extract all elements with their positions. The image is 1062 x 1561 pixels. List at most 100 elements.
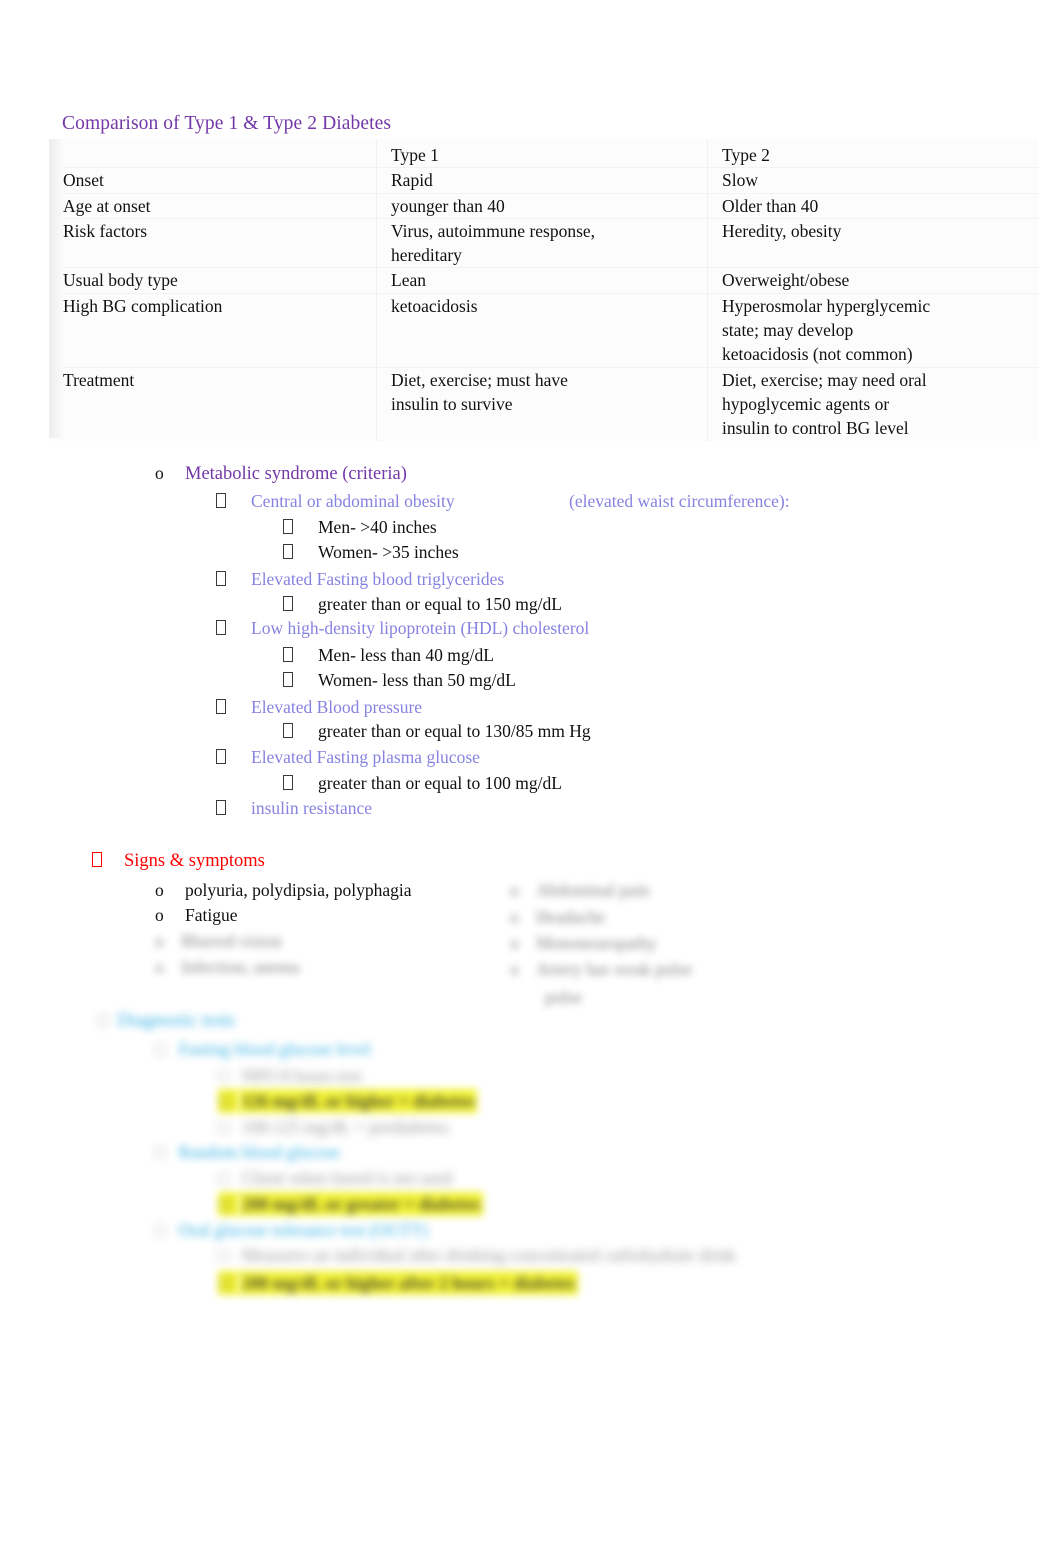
obscured-symptom-row: o Blurred vision: [155, 930, 282, 952]
subitem-label: greater than or equal to 130/85 mm Hg: [318, 721, 591, 741]
outline-subitem-hdl-men: Men- less than 40 mg/dL: [283, 644, 494, 666]
cell-line: hypoglycemic agents or: [722, 393, 890, 414]
outline-subitem-men-waist: Men- >40 inches: [283, 516, 437, 538]
outline-heading-label: Metabolic syndrome (criteria): [185, 464, 407, 484]
table-cell-label: [49, 139, 377, 169]
table-cell-type2: Overweight/obese: [707, 267, 1038, 294]
section-heading-label: Signs & symptoms: [124, 851, 265, 871]
obscured-test-highlight: 200 mg/dL or higher after 2 hours = diab…: [238, 1271, 578, 1295]
cell-line: Hyperosmolar hyperglycemic: [722, 295, 931, 316]
list-marker-box-icon: [283, 541, 318, 563]
cell-spacer: [63, 392, 376, 416]
obscured-test-line: Measures an individual after drinking co…: [241, 1245, 736, 1265]
subitem-label: Men- >40 inches: [318, 517, 437, 537]
obscured-test-line-row: □ Measures an individual after drinking …: [218, 1244, 736, 1266]
table-cell-label: Treatment: [49, 367, 377, 441]
obscured-list-marker-box-icon: □: [218, 1089, 239, 1113]
cell-line: Treatment: [63, 369, 135, 390]
outline-subitem-women-waist: Women- >35 inches: [283, 541, 459, 563]
list-marker-box-icon: [216, 746, 251, 768]
obscured-symptom-label: Mononeuropathy: [536, 933, 657, 953]
obscured-test-heading: Fasting blood glucose level: [178, 1039, 371, 1059]
obscured-symptom-marker: o: [510, 907, 537, 927]
cell-line: insulin to control BG level: [722, 418, 909, 439]
symptom-item-fatigue: o Fatigue: [155, 904, 238, 926]
list-marker-box-icon: [216, 490, 251, 512]
comparison-table: Type 1 Type 2 Onset Rapid Slow Age at on…: [49, 139, 1038, 441]
table-row: Treatment Diet, exercise; must have insu…: [49, 367, 1038, 441]
outline-item-triglycerides: Elevated Fasting blood triglycerides: [216, 568, 504, 590]
obscured-symptom-row: o Artery has weak pulse: [510, 958, 692, 980]
obscured-test-line: NPO 8 hours test: [241, 1066, 362, 1086]
criterion-label: Central or abdominal obesity: [251, 491, 455, 511]
obscured-test-heading: Random blood glucose: [178, 1142, 341, 1162]
list-marker-box-icon: [216, 696, 251, 718]
table-cell-type2-header: Type 2: [707, 139, 1038, 169]
obscured-test-heading-row: □ Oral glucose tolerance test (OGTT): [155, 1219, 428, 1241]
obscured-test-heading-row: □ Random blood glucose: [155, 1141, 340, 1163]
cell-line: Heredity, obesity: [722, 220, 842, 241]
obscured-symptom-wrap: pulse: [545, 987, 582, 1007]
obscured-symptom-marker: o: [155, 931, 182, 951]
table-cell-type2: Hyperosmolar hyperglycemic state; may de…: [707, 293, 1038, 368]
table-row: Age at onset younger than 40 Older than …: [49, 193, 1038, 219]
table-cell-type1: Diet, exercise; must have insulin to sur…: [376, 367, 708, 441]
outline-item-insulin-resistance: insulin resistance: [216, 797, 372, 819]
table-cell-type1: Rapid: [376, 167, 708, 194]
list-marker-box-icon: [216, 568, 251, 590]
obscured-test-trailing-row: □ 100-125 mg/dL = prediabetes: [218, 1116, 449, 1138]
obscured-test-line: Client when fasted is not used: [241, 1168, 453, 1188]
obscured-symptom-marker: o: [510, 959, 537, 979]
obscured-list-marker-box-icon: □: [218, 1117, 242, 1137]
obscured-test-highlight-row: □ 126 mg/dL or higher = diabetes: [218, 1089, 478, 1113]
list-marker-o: o: [155, 880, 164, 900]
obscured-list-marker-box-icon: □: [218, 1271, 239, 1295]
criterion-label: Elevated Blood pressure: [251, 697, 423, 717]
list-marker-box-icon: [283, 593, 318, 615]
table-row: Risk factors Virus, autoimmune response,…: [49, 218, 1038, 269]
obscured-symptom-marker: o: [155, 957, 182, 977]
obscured-test-heading-row: □ Fasting blood glucose level: [155, 1038, 371, 1060]
outline-item-fasting-plasma-glucose: Elevated Fasting plasma glucose: [216, 746, 480, 768]
obscured-list-marker-box-icon: □: [218, 1245, 242, 1265]
obscured-symptom-row: o Mononeuropathy: [510, 932, 657, 954]
list-marker-box-icon: [216, 617, 251, 639]
cell-line: state; may develop: [722, 320, 854, 341]
outline-item-metabolic-syndrome: o Metabolic syndrome (criteria): [155, 462, 407, 485]
outline-item-blood-pressure: Elevated Blood pressure: [216, 696, 422, 718]
obscured-list-marker-box-icon: □: [98, 1010, 118, 1030]
cell-line: hereditary: [391, 245, 462, 266]
table-cell-type1: Virus, autoimmune response, hereditary: [376, 218, 708, 269]
outline-subitem-fpg-value: greater than or equal to 100 mg/dL: [283, 772, 562, 794]
outline-item-central-obesity: Central or abdominal obesity: [216, 490, 455, 512]
section-heading-signs-symptoms: Signs & symptoms: [92, 849, 265, 872]
obscured-symptom-label: Infection; anema: [181, 957, 300, 977]
obscured-test-trailing: 100-125 mg/dL = prediabetes: [241, 1117, 449, 1137]
obscured-test-line-row: □ Client when fasted is not used: [218, 1167, 452, 1189]
symptom-label: polyuria, polydipsia, polyphagia: [185, 880, 412, 900]
obscured-section-heading-diagnostic-tests: □ Diagnostic tests: [98, 1009, 235, 1032]
obscured-symptom-label: Artery has weak pulse: [536, 959, 693, 979]
obscured-list-marker-box-icon: □: [155, 1220, 179, 1240]
cell-spacer: [722, 243, 1038, 267]
criterion-note: (elevated waist circumference):: [569, 491, 790, 511]
list-marker-box-icon: [283, 516, 318, 538]
list-marker-box-icon: [283, 644, 318, 666]
table-cell-type2: Slow: [707, 167, 1038, 194]
table-cell-label: High BG complication: [49, 293, 377, 368]
subitem-label: Men- less than 40 mg/dL: [318, 645, 494, 665]
obscured-symptom-marker: o: [510, 880, 537, 900]
obscured-symptom-label: Headache: [536, 907, 606, 927]
outline-subitem-blood-pressure-value: greater than or equal to 130/85 mm Hg: [283, 720, 591, 742]
cell-line: ketoacidosis (not common): [722, 344, 913, 365]
criterion-label: Elevated Fasting blood triglycerides: [251, 569, 505, 589]
subitem-label: greater than or equal to 100 mg/dL: [318, 773, 562, 793]
list-marker-box-icon: [283, 720, 318, 742]
obscured-symptom-label: Blurred vision: [181, 931, 282, 951]
subitem-label: Women- >35 inches: [318, 542, 459, 562]
table-cell-type1: Lean: [376, 267, 708, 294]
table-cell-label: Age at onset: [49, 193, 377, 219]
list-marker-o: o: [155, 905, 164, 925]
obscured-symptom-marker: o: [510, 933, 537, 953]
list-marker-box-icon: [216, 797, 251, 819]
